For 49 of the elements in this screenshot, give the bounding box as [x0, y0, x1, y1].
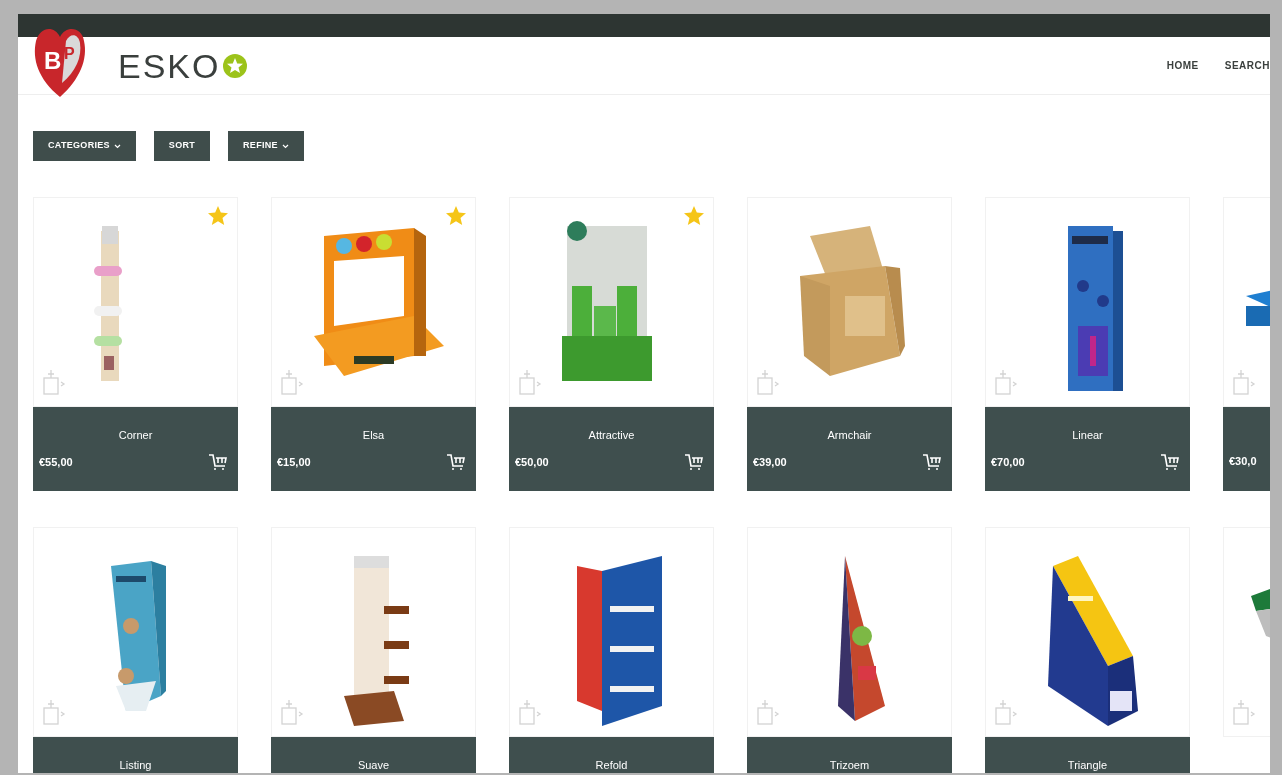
product-price: €55,00 — [39, 454, 73, 470]
favorite-star-icon[interactable] — [683, 205, 705, 227]
box-icon — [1232, 368, 1256, 396]
brand-logo-text: ESKO — [118, 48, 221, 83]
cart-icon[interactable] — [208, 453, 228, 471]
chevron-down-icon — [281, 143, 289, 149]
product-image-area[interactable] — [271, 527, 476, 737]
product-image-area[interactable] — [985, 197, 1190, 407]
box-icon — [518, 368, 542, 396]
product-name: Armchair — [827, 427, 872, 443]
product-image-area[interactable] — [985, 527, 1190, 737]
product-name: Linear — [1072, 427, 1103, 443]
box-icon — [42, 698, 66, 726]
cart-icon[interactable] — [1160, 453, 1180, 471]
product-price: €50,00 — [515, 454, 549, 470]
cart-icon[interactable] — [446, 453, 466, 471]
product-name: Refold — [595, 757, 628, 773]
product-price: €30,0 — [1229, 454, 1257, 469]
box-icon — [994, 368, 1018, 396]
filter-button[interactable]: CATEGORIES — [33, 131, 136, 161]
box-icon — [994, 698, 1018, 726]
product-image-area[interactable] — [509, 527, 714, 737]
favorite-star-icon[interactable] — [445, 205, 467, 227]
filter-button[interactable]: REFINE — [228, 131, 304, 161]
box-icon — [280, 368, 304, 396]
product-price: €70,00 — [991, 454, 1025, 470]
product-price: €39,00 — [753, 454, 787, 470]
cart-icon[interactable] — [922, 453, 942, 471]
product-name: Attractive — [588, 427, 635, 443]
box-icon — [756, 698, 780, 726]
product-name: Triangle — [1067, 757, 1108, 773]
favorite-star-icon[interactable] — [207, 205, 229, 227]
product-name: Corner — [118, 427, 153, 443]
product-name: Trizoem — [829, 757, 870, 773]
box-icon — [518, 698, 542, 726]
filter-button[interactable]: SORT — [153, 131, 211, 161]
nav-link[interactable]: SEARCH — [1224, 58, 1270, 73]
box-icon — [280, 698, 304, 726]
product-price: €15,00 — [277, 454, 311, 470]
box-icon — [42, 368, 66, 396]
product-name: Listing — [119, 757, 152, 773]
product-name: Elsa — [362, 427, 385, 443]
product-image-area[interactable] — [747, 527, 952, 737]
product-name: Suave — [357, 757, 390, 773]
cart-icon[interactable] — [684, 453, 704, 471]
box-icon — [756, 368, 780, 396]
box-icon — [1232, 698, 1256, 726]
nav-link[interactable]: HOME — [1166, 58, 1199, 73]
chevron-down-icon — [113, 143, 121, 149]
